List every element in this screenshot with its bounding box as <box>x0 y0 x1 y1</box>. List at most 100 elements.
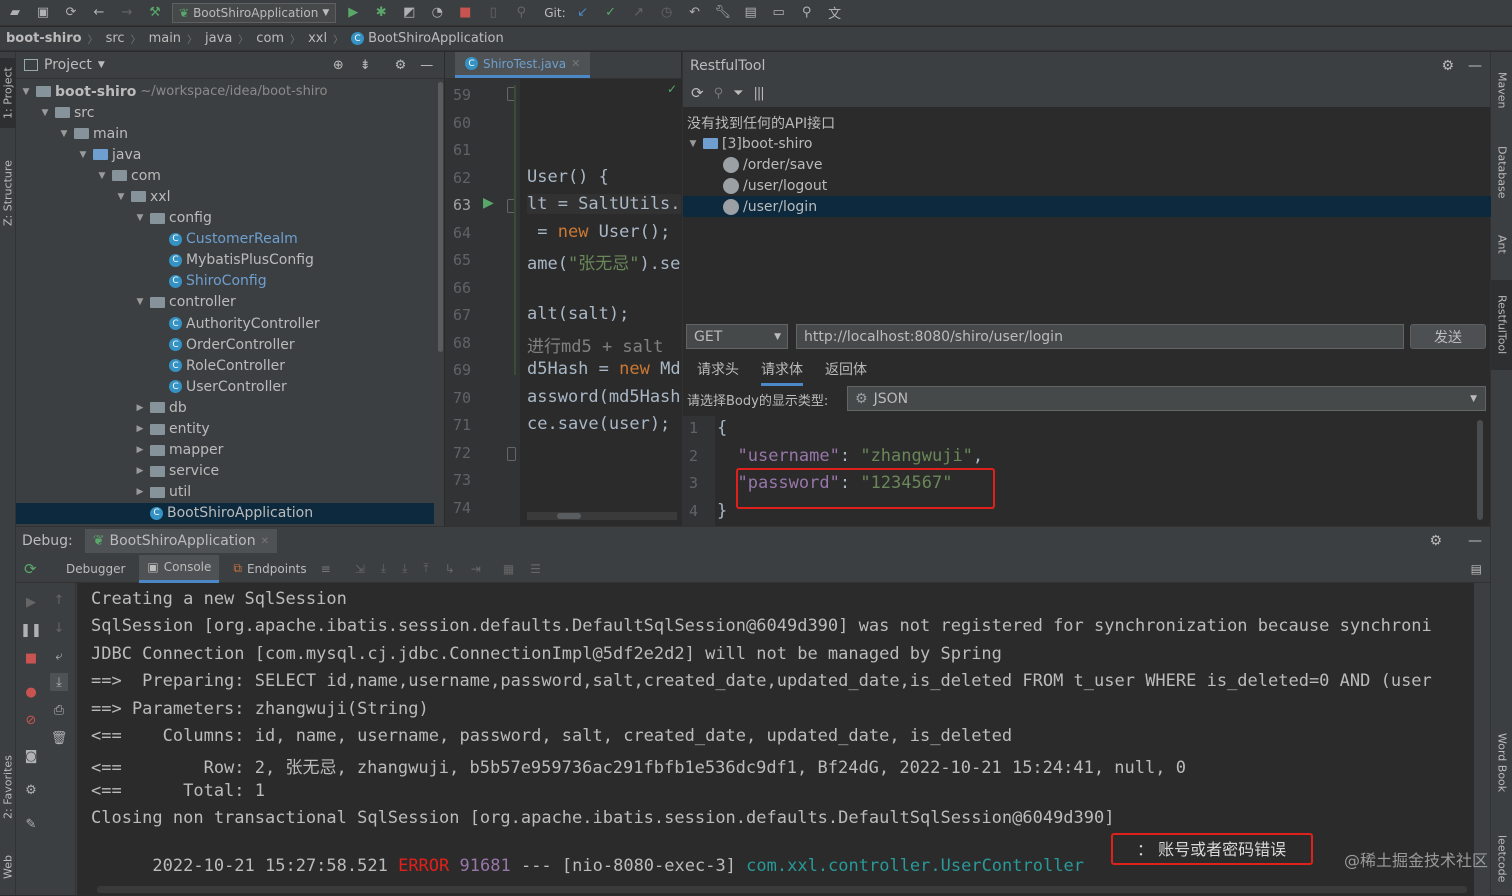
run-to-cursor-icon[interactable]: ⇥ <box>471 562 481 576</box>
project-structure-icon[interactable]: ▤ <box>740 3 762 23</box>
search-structure-icon[interactable]: ⚲ <box>510 3 532 23</box>
breadcrumb-item[interactable]: src <box>106 31 125 46</box>
forward-icon[interactable]: → <box>116 3 138 23</box>
tree-item[interactable]: ▶service <box>134 461 219 482</box>
back-icon[interactable]: ← <box>88 3 110 23</box>
step-out-icon[interactable]: ↳ <box>445 562 455 576</box>
rollback-icon[interactable]: ↶ <box>684 3 706 23</box>
settings-wrench-icon[interactable]: 🔧︎ <box>712 3 734 23</box>
tree-item[interactable]: ▼xxl <box>115 186 170 207</box>
view-breakpoints-icon[interactable]: ● <box>22 683 40 701</box>
camera-icon[interactable]: ◙ <box>22 747 40 765</box>
editor-tab-shirotest[interactable]: C ShiroTest.java ✕ <box>455 52 590 78</box>
mute-breakpoints-icon[interactable]: ⊘ <box>22 711 40 729</box>
stop-icon[interactable]: ■ <box>22 649 40 667</box>
tree-item[interactable]: ▶util <box>134 482 191 503</box>
web-tool-tab[interactable]: Web <box>0 847 16 887</box>
open-folder-icon[interactable]: ▰ <box>4 3 26 23</box>
run-gutter-icon[interactable]: ▶ <box>483 195 494 211</box>
git-commit-icon[interactable]: ✓ <box>600 3 622 23</box>
tree-item[interactable]: COrderController <box>153 334 295 355</box>
collapse-arrow-icon[interactable]: ▶ <box>134 466 146 476</box>
profile-icon[interactable]: ◔ <box>426 3 448 23</box>
force-step-into-icon[interactable]: ⤒ <box>423 561 428 576</box>
breadcrumb-item[interactable]: boot-shiro <box>6 31 82 46</box>
chevron-down-icon[interactable]: ▼ <box>98 60 105 70</box>
history-icon[interactable]: ◷ <box>656 3 678 23</box>
http-method-select[interactable]: GET ▼ <box>686 324 788 349</box>
project-panel-title[interactable]: Project <box>44 57 92 73</box>
search-icon[interactable]: ⚲ <box>796 3 818 23</box>
step-over-icon[interactable]: ⤓ <box>381 561 386 576</box>
expand-arrow-icon[interactable]: ▼ <box>39 108 51 118</box>
close-icon[interactable]: ✕ <box>261 536 269 547</box>
api-endpoint-item[interactable]: /user/logout <box>683 175 1491 196</box>
collapse-all-icon[interactable]: ⇟ <box>360 58 371 73</box>
tree-item[interactable]: ▶mapper <box>134 440 223 461</box>
tree-item[interactable]: ▼controller <box>134 292 236 313</box>
resume-icon[interactable]: ▶ <box>22 593 40 611</box>
attach-icon[interactable]: ▯ <box>482 3 504 23</box>
tab-request-body[interactable]: 请求体 <box>761 359 803 386</box>
api-module-node[interactable]: ▼ [3]boot-shiro <box>683 133 1491 154</box>
layout-icon[interactable]: ▤ <box>1471 562 1482 576</box>
scroll-up-icon[interactable]: ↑ <box>50 591 68 609</box>
stop-icon[interactable]: ■ <box>454 3 476 23</box>
expand-arrow-icon[interactable]: ▼ <box>58 129 70 139</box>
trash-icon[interactable]: 🗑︎ <box>50 729 68 747</box>
breadcrumb-item[interactable]: main <box>149 31 181 46</box>
tree-item[interactable]: CRoleController <box>153 355 285 376</box>
ant-tool-tab[interactable]: Ant <box>1491 224 1512 264</box>
git-push-icon[interactable]: ↗ <box>628 3 650 23</box>
gear-icon[interactable]: ⚙ <box>22 781 40 799</box>
expand-arrow-icon[interactable]: ▼ <box>96 171 108 181</box>
tab-request-headers[interactable]: 请求头 <box>697 359 739 386</box>
expand-all-icon[interactable]: ||| <box>754 86 764 101</box>
project-tool-tab[interactable]: 1: Project <box>0 58 16 128</box>
debug-bug-icon[interactable]: ✱ <box>370 3 392 23</box>
terminal-icon[interactable]: ▭ <box>768 3 790 23</box>
breadcrumb-item[interactable]: xxl <box>308 31 327 46</box>
scroll-to-end-icon[interactable]: ⤓ <box>50 673 68 691</box>
tree-item[interactable]: ▼java <box>77 144 141 165</box>
trace-icon[interactable]: ☰ <box>530 562 541 576</box>
menu-lines-icon[interactable]: ≡ <box>321 562 331 576</box>
console-h-scrollbar[interactable] <box>97 886 1467 893</box>
tab-debugger[interactable]: Debugger <box>58 555 133 583</box>
tree-item[interactable]: ▶db <box>134 397 187 418</box>
maven-tool-tab[interactable]: Maven <box>1491 60 1512 120</box>
api-endpoint-item[interactable]: /order/save <box>683 154 1491 175</box>
leetcode-tool-tab[interactable]: leetcode <box>1491 824 1512 894</box>
rerun-icon[interactable]: ⟳ <box>24 560 52 578</box>
step-into-icon[interactable]: ⤓ <box>402 561 407 576</box>
scroll-down-icon[interactable]: ↓ <box>50 619 68 637</box>
json-scrollbar[interactable] <box>1477 420 1483 520</box>
minimize-icon[interactable]: — <box>420 58 433 73</box>
gear-icon[interactable]: ⚙ <box>1441 58 1454 74</box>
collapse-arrow-icon[interactable]: ▶ <box>134 487 146 497</box>
tree-item[interactable]: ▼config <box>134 208 212 229</box>
collapse-arrow-icon[interactable]: ▶ <box>134 403 146 413</box>
expand-arrow-icon[interactable]: ▼ <box>115 192 127 202</box>
expand-arrow-icon[interactable]: ▼ <box>134 297 146 307</box>
tab-response-body[interactable]: 返回体 <box>825 359 867 386</box>
pin-icon[interactable]: ✎ <box>22 815 40 833</box>
pause-icon[interactable]: ❚❚ <box>22 621 40 639</box>
breadcrumb-item[interactable]: BootShiroApplication <box>368 31 504 46</box>
tree-item[interactable]: ▼com <box>96 165 161 186</box>
minimize-icon[interactable]: — <box>1468 533 1482 549</box>
soft-wrap-icon[interactable]: ⤶ <box>50 647 68 665</box>
gear-icon[interactable]: ⚙ <box>1429 533 1442 549</box>
editor-h-scrollbar[interactable] <box>527 512 677 520</box>
translate-icon[interactable]: 文 <box>824 3 846 23</box>
url-input[interactable]: http://localhost:8080/shiro/user/login <box>796 324 1404 349</box>
show-execution-point-icon[interactable]: ⇲ <box>355 562 365 576</box>
structure-tool-tab[interactable]: Z: Structure <box>0 148 16 238</box>
wordbook-tool-tab[interactable]: Word Book <box>1491 722 1512 804</box>
save-icon[interactable]: ▣ <box>32 3 54 23</box>
collapse-arrow-icon[interactable]: ▶ <box>134 424 146 434</box>
locate-icon[interactable]: ⊕ <box>333 58 344 73</box>
print-icon[interactable]: ⎙ <box>50 701 68 719</box>
breadcrumb-item[interactable]: com <box>256 31 284 46</box>
tree-root[interactable]: ▼ boot-shiro ~/workspace/idea/boot-shiro <box>20 81 327 102</box>
